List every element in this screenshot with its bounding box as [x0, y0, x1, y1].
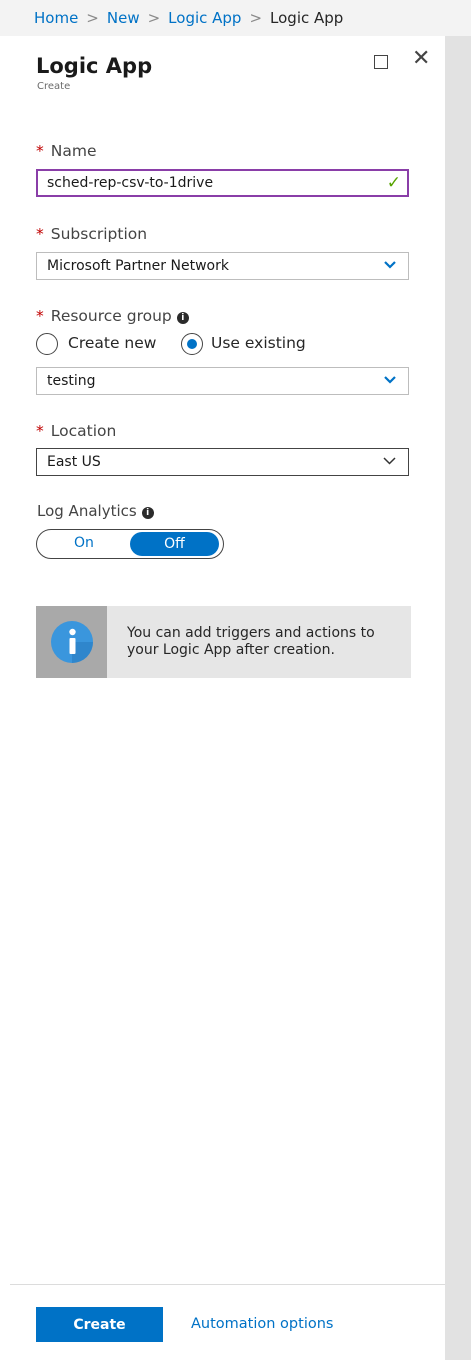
toggle-on-option[interactable]: On — [74, 535, 94, 551]
breadcrumb-home-link[interactable]: Home — [34, 9, 78, 27]
breadcrumb-separator-icon: > — [147, 9, 161, 27]
required-marker: * — [36, 307, 44, 325]
required-marker: * — [36, 422, 44, 440]
resource-group-value: testing — [47, 373, 96, 389]
location-value: East US — [47, 454, 101, 470]
name-input[interactable]: sched-rep-csv-to-1drive ✓ — [36, 169, 409, 197]
subscription-label: * Subscription — [36, 225, 147, 243]
required-marker: * — [36, 142, 44, 160]
name-label: * Name — [36, 142, 96, 160]
info-message-box: You can add triggers and actions to your… — [36, 606, 411, 678]
location-dropdown[interactable]: East US — [36, 448, 409, 476]
breadcrumb-separator-icon: > — [249, 9, 263, 27]
chevron-down-icon — [383, 457, 396, 465]
info-circle-icon — [51, 621, 93, 663]
automation-options-link[interactable]: Automation options — [191, 1316, 333, 1332]
use-existing-radio-label[interactable]: Use existing — [211, 334, 306, 352]
info-icon[interactable]: i — [176, 312, 189, 324]
resource-group-dropdown[interactable]: testing — [36, 367, 409, 395]
log-analytics-label-text: Log Analytics — [37, 502, 137, 520]
background-panel — [445, 36, 471, 1360]
blade-title: Logic App — [36, 54, 153, 78]
info-icon-cell — [36, 606, 107, 678]
required-marker: * — [36, 225, 44, 243]
close-icon[interactable]: ✕ — [412, 48, 430, 70]
checkmark-icon: ✓ — [386, 173, 401, 193]
location-label-text: Location — [50, 422, 117, 440]
chevron-down-icon — [384, 376, 396, 384]
create-new-radio-label[interactable]: Create new — [68, 334, 156, 352]
log-analytics-toggle[interactable]: On Off — [36, 529, 224, 559]
subscription-label-text: Subscription — [50, 225, 148, 243]
name-label-text: Name — [50, 142, 97, 160]
subscription-dropdown[interactable]: Microsoft Partner Network — [36, 252, 409, 280]
name-input-value: sched-rep-csv-to-1drive — [47, 175, 214, 191]
location-label: * Location — [36, 422, 116, 440]
toggle-off-option[interactable]: Off — [130, 532, 219, 556]
footer-divider — [10, 1284, 445, 1285]
create-new-radio[interactable] — [36, 333, 58, 355]
breadcrumb-new-link[interactable]: New — [107, 9, 140, 27]
log-analytics-label: Log Analytics i — [37, 502, 154, 520]
resource-group-label: * Resource group i — [36, 307, 189, 325]
breadcrumb-logic-app-link[interactable]: Logic App — [168, 9, 241, 27]
info-message-text: You can add triggers and actions to your… — [127, 625, 375, 658]
maximize-icon[interactable] — [374, 55, 388, 69]
blade-subtitle: Create — [37, 81, 71, 92]
info-icon[interactable]: i — [141, 507, 154, 519]
breadcrumb-separator-icon: > — [86, 9, 99, 27]
resource-group-label-text: Resource group — [50, 307, 172, 325]
create-button[interactable]: Create — [36, 1307, 163, 1342]
chevron-down-icon — [384, 261, 396, 269]
breadcrumb-current: Logic App — [270, 9, 344, 27]
breadcrumb: Home > New > Logic App > Logic App — [34, 9, 343, 27]
create-blade: Logic App Create ✕ * Name sched-rep-csv-t… — [0, 36, 445, 1360]
use-existing-radio[interactable] — [181, 333, 203, 355]
breadcrumb-bar: Home > New > Logic App > Logic App — [0, 0, 471, 36]
subscription-value: Microsoft Partner Network — [47, 258, 229, 274]
